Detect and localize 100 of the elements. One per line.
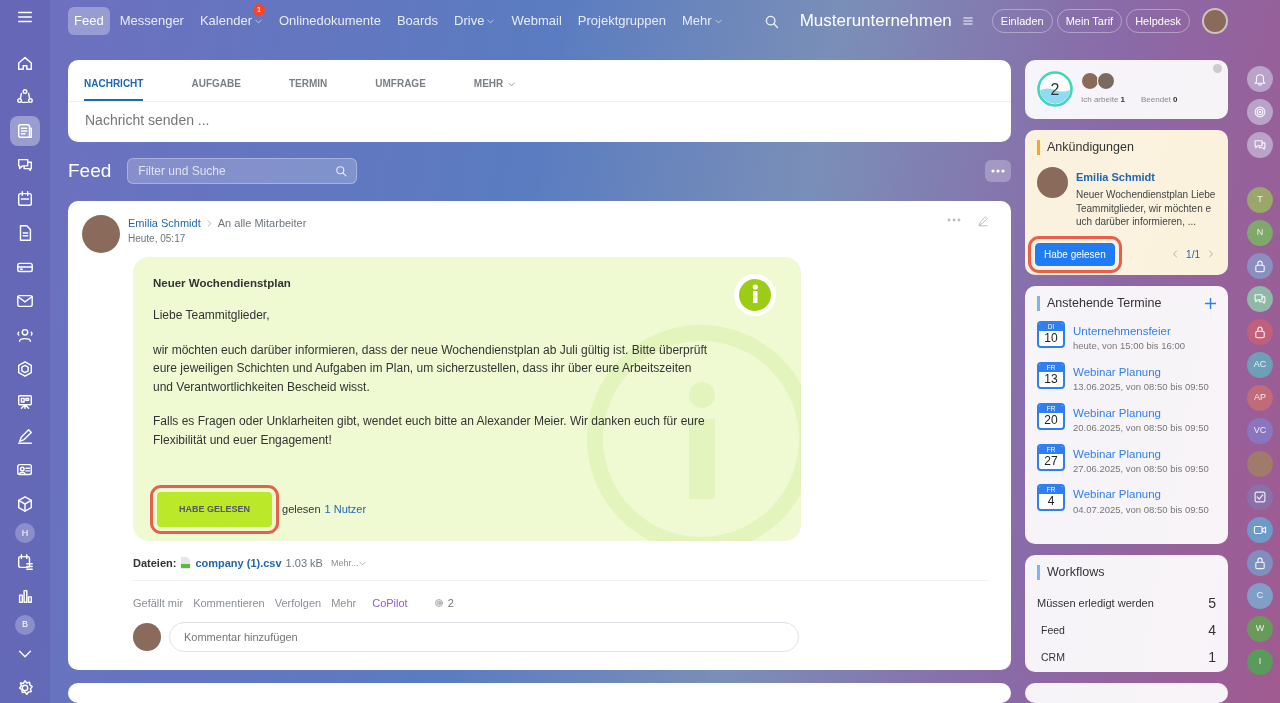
message-title: Neuer Wochendienstplan [153,275,292,291]
chat-avatar[interactable]: AP [1247,385,1273,411]
working-stat: Ich arbeite 1 [1081,94,1126,107]
workflow-label: Feed [1041,622,1065,638]
event-link[interactable]: Webinar Planung [1073,365,1161,378]
composer-tab[interactable]: MEHR [473,76,517,101]
recipient-text: An alle Mitarbeiter [217,215,307,231]
lock-icon[interactable] [1253,556,1267,570]
more-button[interactable] [985,160,1011,183]
nav-tab[interactable]: Drive [448,7,502,35]
post-action[interactable]: Gefällt mir [133,594,184,612]
user-avatar [1081,72,1099,91]
nav-tab[interactable]: Projektgruppen [571,7,672,35]
author-link[interactable]: Emilia Schmidt [128,214,201,232]
message-paragraph: wir möchten euch darüber informieren, dass der neue Wochendienstplan ab Juli gültig ist. Bitte überprüft eure jeweiligen Schichten und Aufgaben im Plan, um sicherzustellen, dass ihr über eure Arbeitszeiten und Verantwortlichkeiten Bescheid wisst. [153,341,709,396]
workflow-label: Müssen erledigt werden [1037,596,1154,612]
files-more-button[interactable]: Mehr... [330,556,368,571]
author-link[interactable]: Emilia Schmidt [1076,170,1155,183]
sidebar-item[interactable]: H [15,523,35,544]
lock-icon[interactable] [1253,259,1267,273]
calendar-list-icon[interactable] [16,553,34,572]
announcement-text: Neuer Wochendienstplan Liebe Teammitglieder, wir möchten euch darüber informieren, ... [1076,188,1216,229]
file-size: 1.03 kB [285,556,323,572]
event-time: 13.06.2025, von 08:50 bis 09:50 [1073,381,1209,393]
settings-icon[interactable] [16,679,34,698]
company-name[interactable]: Musterunternehmen [799,8,952,34]
chat-avatar[interactable]: VC [1247,418,1273,444]
post-action[interactable]: Mehr [331,594,357,612]
hexagon-icon[interactable] [16,359,34,378]
event-link[interactable]: Webinar Planung [1073,406,1161,419]
nav-tab[interactable]: Boards [390,7,445,35]
notification-badge: 1 [253,4,265,17]
message-paragraph: Falls es Fragen oder Unklarheiten gibt, wendet euch bitte an Alexander Meier. Wir danken euch für eure Flexibilität und euer Engagement! [153,413,706,450]
newspaper-icon[interactable] [16,121,34,140]
page-counter: 1/1 [1186,247,1200,262]
nav-tab[interactable]: Feed [68,7,110,35]
bell-icon[interactable] [1253,72,1267,86]
chat-avatar[interactable]: W [1247,616,1273,642]
box-icon[interactable] [16,495,34,514]
composer-tab[interactable]: AUFGABE [191,76,241,101]
event-time: 04.07.2025, von 08:50 bis 09:50 [1073,503,1209,516]
chat-avatar[interactable]: T [1247,187,1273,213]
file-link[interactable]: company (1).csv [195,555,282,572]
files-label: Dateien: [133,556,177,572]
event-time: 27.06.2025, von 08:50 bis 09:50 [1073,463,1209,475]
chat-avatar[interactable]: C [1247,583,1273,609]
more-icon[interactable] [991,169,1005,174]
target-icon[interactable] [1253,105,1267,119]
post-action[interactable]: Verfolgen [274,594,322,612]
sliders-icon[interactable] [961,15,974,27]
comment-field[interactable]: Kommentar hinzufügen [169,622,799,653]
copilot-button[interactable]: CoPilot [372,594,408,612]
workflow-count: 4 [1208,621,1216,640]
presentation-board-icon[interactable] [16,393,34,412]
card-title: Anstehende Termine [1037,295,1162,311]
lock-icon[interactable] [1253,325,1267,339]
workflow-count: 5 [1208,594,1216,613]
post-time: Heute, 05:17 [128,232,187,247]
event-link[interactable]: Webinar Planung [1073,447,1161,460]
add-icon[interactable] [1205,297,1216,309]
read-count-text: gelesen [282,502,321,518]
filter-search-field[interactable]: Filter und Suche [127,158,358,185]
pen-icon[interactable] [16,427,34,446]
event-link[interactable]: Unternehmensfeier [1073,324,1171,337]
nav-tab[interactable]: Webmail [505,7,568,35]
bar-chart-icon[interactable] [16,587,34,606]
user-avatar[interactable] [1202,8,1228,34]
author-avatar [1037,166,1068,198]
post-action[interactable]: Kommentieren [193,594,265,612]
chat-avatar[interactable]: N [1247,220,1273,246]
chat-avatar[interactable]: I [1247,649,1273,675]
search-input[interactable]: Filter und Suche [136,161,335,182]
sidebar-item[interactable]: B [15,615,35,636]
workflow-label: CRM [1041,649,1065,665]
card-title: Ankündigungen [1037,139,1216,155]
workflow-count: 1 [1208,648,1216,667]
composer-tab[interactable]: TERMIN [288,76,328,101]
composer-tab[interactable]: UMFRAGE [375,76,426,101]
event-link[interactable]: Webinar Planung [1073,488,1161,501]
nav-tab[interactable]: Onlinedokumente [273,7,387,35]
readers-link[interactable]: 1 Nutzer [324,501,367,518]
worktime-count: 2 [1050,81,1060,99]
finished-stat: Beendet 0 [1141,94,1178,107]
nav-tab[interactable]: Kalender 1 [193,7,269,35]
search-icon[interactable] [334,164,349,179]
nav-tab[interactable]: Messenger [113,7,190,35]
author-avatar [82,214,120,253]
video-camera-icon[interactable] [1253,523,1267,537]
user-avatar [133,623,161,652]
nodes-icon[interactable] [16,87,34,106]
page-title: Feed [68,159,112,184]
message-paragraph: Liebe Teammitglieder, [153,307,271,325]
user-avatar [1097,72,1115,91]
event-time: 20.06.2025, von 08:50 bis 09:50 [1073,422,1209,434]
nav-tab[interactable]: Mehr [675,7,729,35]
calendar-icon[interactable] [16,189,34,208]
chat-avatar[interactable]: AC [1247,352,1273,378]
checkbox-icon[interactable] [1253,490,1267,504]
worktime-meter[interactable] [1037,71,1073,108]
event-time: heute, von 15:00 bis 16:00 [1073,340,1185,352]
